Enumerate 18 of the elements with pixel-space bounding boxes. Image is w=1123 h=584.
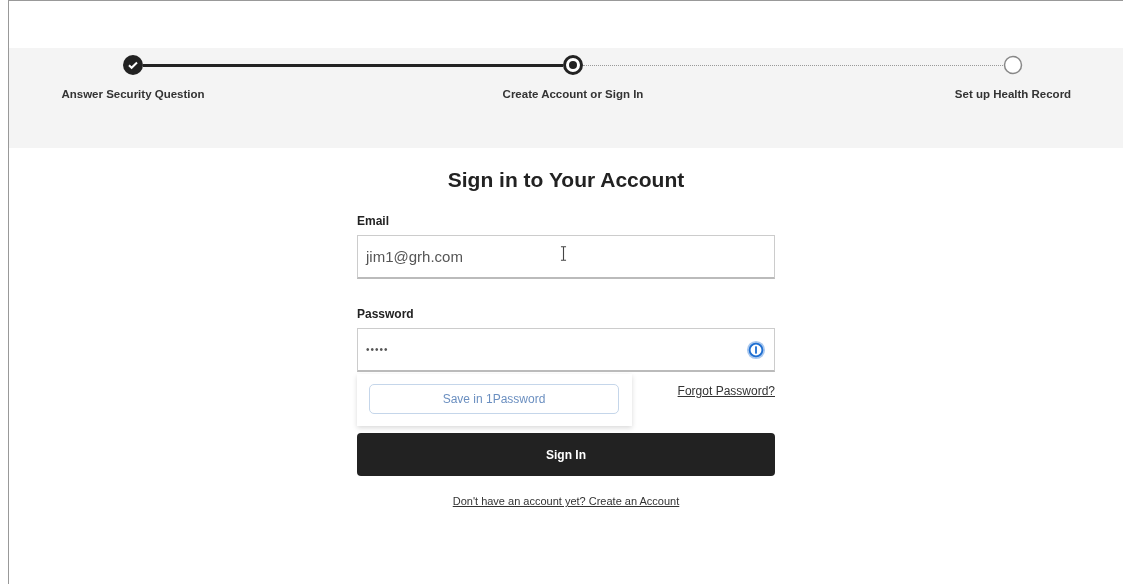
check-circle-icon [123,55,143,75]
empty-circle-icon [1003,55,1023,75]
email-field[interactable]: jim1@grh.com [357,235,775,279]
text-cursor-icon [559,245,568,262]
password-field[interactable]: ••••• [357,328,775,372]
sign-in-button[interactable]: Sign In [357,433,775,476]
field-label: Email [357,214,389,228]
password-manager-icon[interactable] [746,339,766,360]
create-account-link[interactable]: Don't have an account yet? Create an Account [452,495,680,507]
step-label: Set up Health Record [954,88,1072,100]
step-label: Create Account or Sign In [502,88,644,100]
forgot-password-link[interactable]: Forgot Password? [677,384,775,398]
page-title: Sign in to Your Account [447,168,685,192]
field-value: ••••• [366,344,389,355]
radio-circle-icon [563,55,583,75]
field-value: jim1@grh.com [366,248,463,265]
field-label: Password [357,307,414,321]
step-label: Answer Security Question [61,88,205,100]
